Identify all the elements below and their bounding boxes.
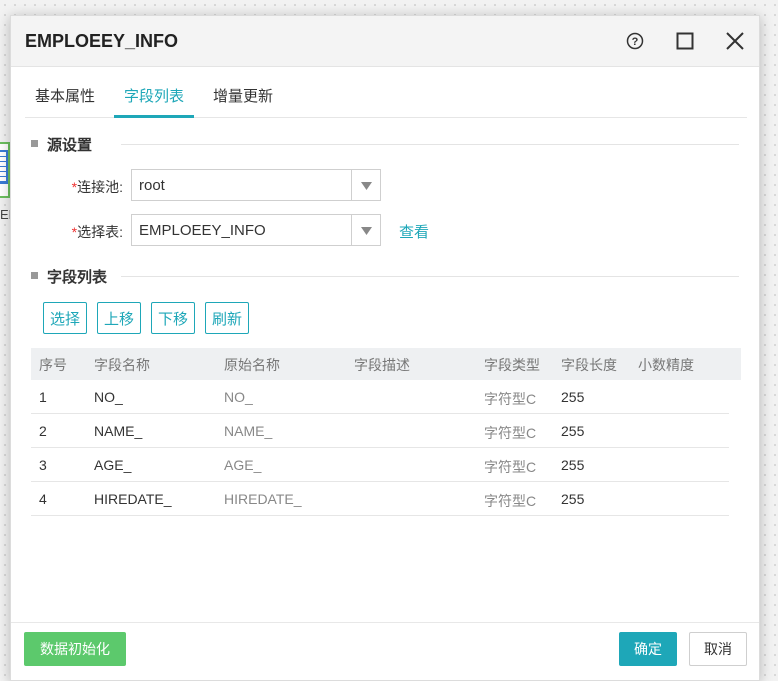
dialog-title: EMPLOEEY_INFO [25,31,179,51]
tab-basic-properties[interactable]: 基本属性 [25,78,105,118]
dropdown-arrow-icon[interactable] [351,170,380,200]
column-header-field-type[interactable]: 字段类型 [484,355,540,375]
source-settings-title: 源设置 [47,137,93,154]
move-up-button[interactable]: 上移 [97,302,142,334]
maximize-icon[interactable] [673,29,697,53]
cell-original-name: HIREDATE_ [224,491,302,507]
cell-field-type: 字符型C [484,493,537,509]
cell-original-name: NAME_ [224,423,273,439]
section-divider [121,144,739,145]
cell-field-name: HIREDATE_ [94,491,172,507]
cell-field-length: 255 [561,389,585,405]
field-grid: 序号 字段名称 原始名称 字段描述 字段类型 字段长度 小数精度 1 NO_ N… [31,348,741,516]
cell-original-name: AGE_ [224,457,262,473]
source-settings-header: 源设置 [31,134,739,154]
field-list-title: 字段列表 [47,269,108,286]
table-row[interactable]: 4 HIREDATE_ HIREDATE_ 字符型C 255 [31,482,729,516]
column-header-original-name[interactable]: 原始名称 [224,355,280,375]
tab-bar: 基本属性 字段列表 增量更新 [25,78,747,118]
cell-index: 1 [39,389,47,405]
section-divider [121,276,739,277]
column-header-field-name[interactable]: 字段名称 [94,355,150,375]
cell-field-type: 字符型C [484,391,537,407]
table-row[interactable]: 1 NO_ NO_ 字符型C 255 [31,380,729,414]
column-header-field-desc[interactable]: 字段描述 [354,355,410,375]
select-table-label: *选择表: [53,222,123,242]
cell-field-length: 255 [561,457,585,473]
cell-original-name: NO_ [224,389,253,405]
column-header-precision[interactable]: 小数精度 [638,355,694,375]
view-table-link[interactable]: 查看 [399,221,429,242]
table-row[interactable]: 2 NAME_ NAME_ 字符型C 255 [31,414,729,448]
cell-index: 3 [39,457,47,473]
connection-pool-select[interactable]: root [131,169,381,201]
cell-field-name: NAME_ [94,423,143,439]
connection-pool-label-text: 连接池: [77,179,123,195]
help-icon[interactable]: ? [623,29,647,53]
dropdown-arrow-icon[interactable] [351,215,380,245]
cell-field-type: 字符型C [484,459,537,475]
close-icon[interactable] [723,29,747,53]
column-header-field-length[interactable]: 字段长度 [561,355,617,375]
connection-pool-value: root [139,177,165,194]
cell-index: 4 [39,491,47,507]
cell-field-length: 255 [561,491,585,507]
refresh-button[interactable]: 刷新 [205,302,250,334]
cell-field-name: AGE_ [94,457,132,473]
select-table-value: EMPLOEEY_INFO [139,222,266,239]
cancel-button[interactable]: 取消 [689,632,747,666]
ok-button[interactable]: 确定 [619,632,677,666]
section-marker [31,140,38,147]
data-init-button[interactable]: 数据初始化 [24,632,126,666]
cell-field-type: 字符型C [484,425,537,441]
move-down-button[interactable]: 下移 [151,302,196,334]
cell-field-name: NO_ [94,389,123,405]
tab-incremental-update[interactable]: 增量更新 [203,78,283,118]
column-header-index[interactable]: 序号 [39,355,67,375]
cell-field-length: 255 [561,423,585,439]
cell-index: 2 [39,423,47,439]
dialog-titlebar: EMPLOEEY_INFO ? [11,16,759,67]
select-table-label-text: 选择表: [77,224,123,240]
section-marker [31,272,38,279]
svg-text:?: ? [632,36,639,48]
select-table-select[interactable]: EMPLOEEY_INFO [131,214,381,246]
dialog-footer: 数据初始化 确定 取消 [11,622,759,680]
field-list-header: 字段列表 [31,266,739,286]
table-node-icon [0,150,8,184]
table-row[interactable]: 3 AGE_ AGE_ 字符型C 255 [31,448,729,482]
select-button[interactable]: 选择 [43,302,88,334]
tab-field-list[interactable]: 字段列表 [114,78,195,118]
connection-pool-label: *连接池: [53,177,123,197]
grid-header: 序号 字段名称 原始名称 字段描述 字段类型 字段长度 小数精度 [31,348,741,380]
properties-dialog: EMPLOEEY_INFO ? 基本属性 字段列表 增量更新 源设置 *连接池:… [10,15,760,681]
